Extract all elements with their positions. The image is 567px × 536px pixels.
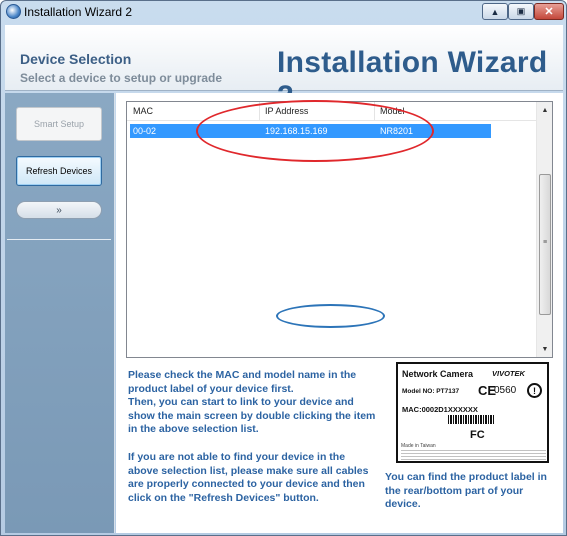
instruction-link-device: Then, you can start to link to your devi… bbox=[128, 396, 376, 436]
label-model-number: Model NO: PT7137 bbox=[402, 388, 460, 395]
label-brand-logo: VIVOTEK bbox=[492, 369, 525, 378]
label-mac: MAC:0002D1XXXXXX bbox=[402, 405, 478, 414]
column-divider[interactable] bbox=[259, 102, 260, 120]
app-icon bbox=[6, 4, 21, 19]
barcode-icon bbox=[448, 415, 494, 424]
maximize-button[interactable]: ▣ bbox=[508, 3, 534, 20]
scroll-up-icon[interactable]: ▲ bbox=[537, 102, 553, 118]
expand-more-button[interactable]: » bbox=[16, 201, 102, 219]
grip-icon: ≡ bbox=[543, 239, 548, 246]
wizard-header: Device Selection Select a device to setu… bbox=[5, 25, 563, 113]
column-divider[interactable] bbox=[374, 102, 375, 120]
sidebar: Smart Setup Refresh Devices » bbox=[5, 93, 115, 533]
main-panel: MAC IP Address Model 00-02 192.168.15.16… bbox=[116, 93, 563, 533]
device-row[interactable]: 00-02 192.168.15.169 NR8201 bbox=[130, 124, 491, 138]
smart-setup-button[interactable]: Smart Setup bbox=[16, 107, 102, 141]
device-mac: 00-02 bbox=[133, 126, 157, 136]
alert-icon: ! bbox=[527, 383, 542, 398]
fcc-logo-icon: FC bbox=[470, 429, 485, 441]
instructions-text: Please check the MAC and model name in t… bbox=[128, 369, 378, 519]
product-label-image: Network Camera VIVOTEK Model NO: PT7137 … bbox=[396, 362, 549, 463]
column-header-model[interactable]: Model bbox=[380, 106, 405, 116]
window-title: Installation Wizard 2 bbox=[24, 5, 133, 19]
label-product-name: Network Camera bbox=[402, 369, 474, 379]
list-header: MAC IP Address Model bbox=[127, 102, 536, 121]
label-cert-number: 0560 bbox=[494, 385, 517, 396]
label-fine-print bbox=[401, 449, 546, 461]
refresh-devices-button[interactable]: Refresh Devices bbox=[16, 156, 102, 186]
device-ip: 192.168.15.169 bbox=[265, 126, 328, 136]
label-caption: You can find the product label in the re… bbox=[385, 471, 547, 511]
chevron-double-down-icon: » bbox=[56, 204, 62, 216]
instruction-check-label: Please check the MAC and model name in t… bbox=[128, 369, 357, 395]
page-title: Device Selection bbox=[20, 51, 132, 67]
instruction-refresh: If you are not able to find your device … bbox=[128, 450, 369, 504]
scroll-down-icon[interactable]: ▼ bbox=[537, 341, 553, 357]
column-header-mac[interactable]: MAC bbox=[133, 106, 153, 116]
installation-wizard-window: Installation Wizard 2 ▲ ▣ ✕ Device Selec… bbox=[0, 0, 567, 536]
device-list[interactable]: MAC IP Address Model 00-02 192.168.15.16… bbox=[126, 101, 553, 358]
sidebar-divider bbox=[7, 239, 111, 240]
title-bar[interactable]: Installation Wizard 2 ▲ ▣ ✕ bbox=[1, 1, 566, 23]
minimize-button[interactable]: ▲ bbox=[482, 3, 508, 20]
device-model: NR8201 bbox=[380, 126, 414, 136]
vertical-scrollbar[interactable]: ▲ ≡ ▼ bbox=[536, 102, 552, 357]
scroll-thumb[interactable]: ≡ bbox=[539, 174, 551, 315]
close-button[interactable]: ✕ bbox=[534, 3, 564, 20]
page-subtitle: Select a device to setup or upgrade bbox=[20, 71, 223, 85]
column-header-ip[interactable]: IP Address bbox=[265, 106, 308, 116]
